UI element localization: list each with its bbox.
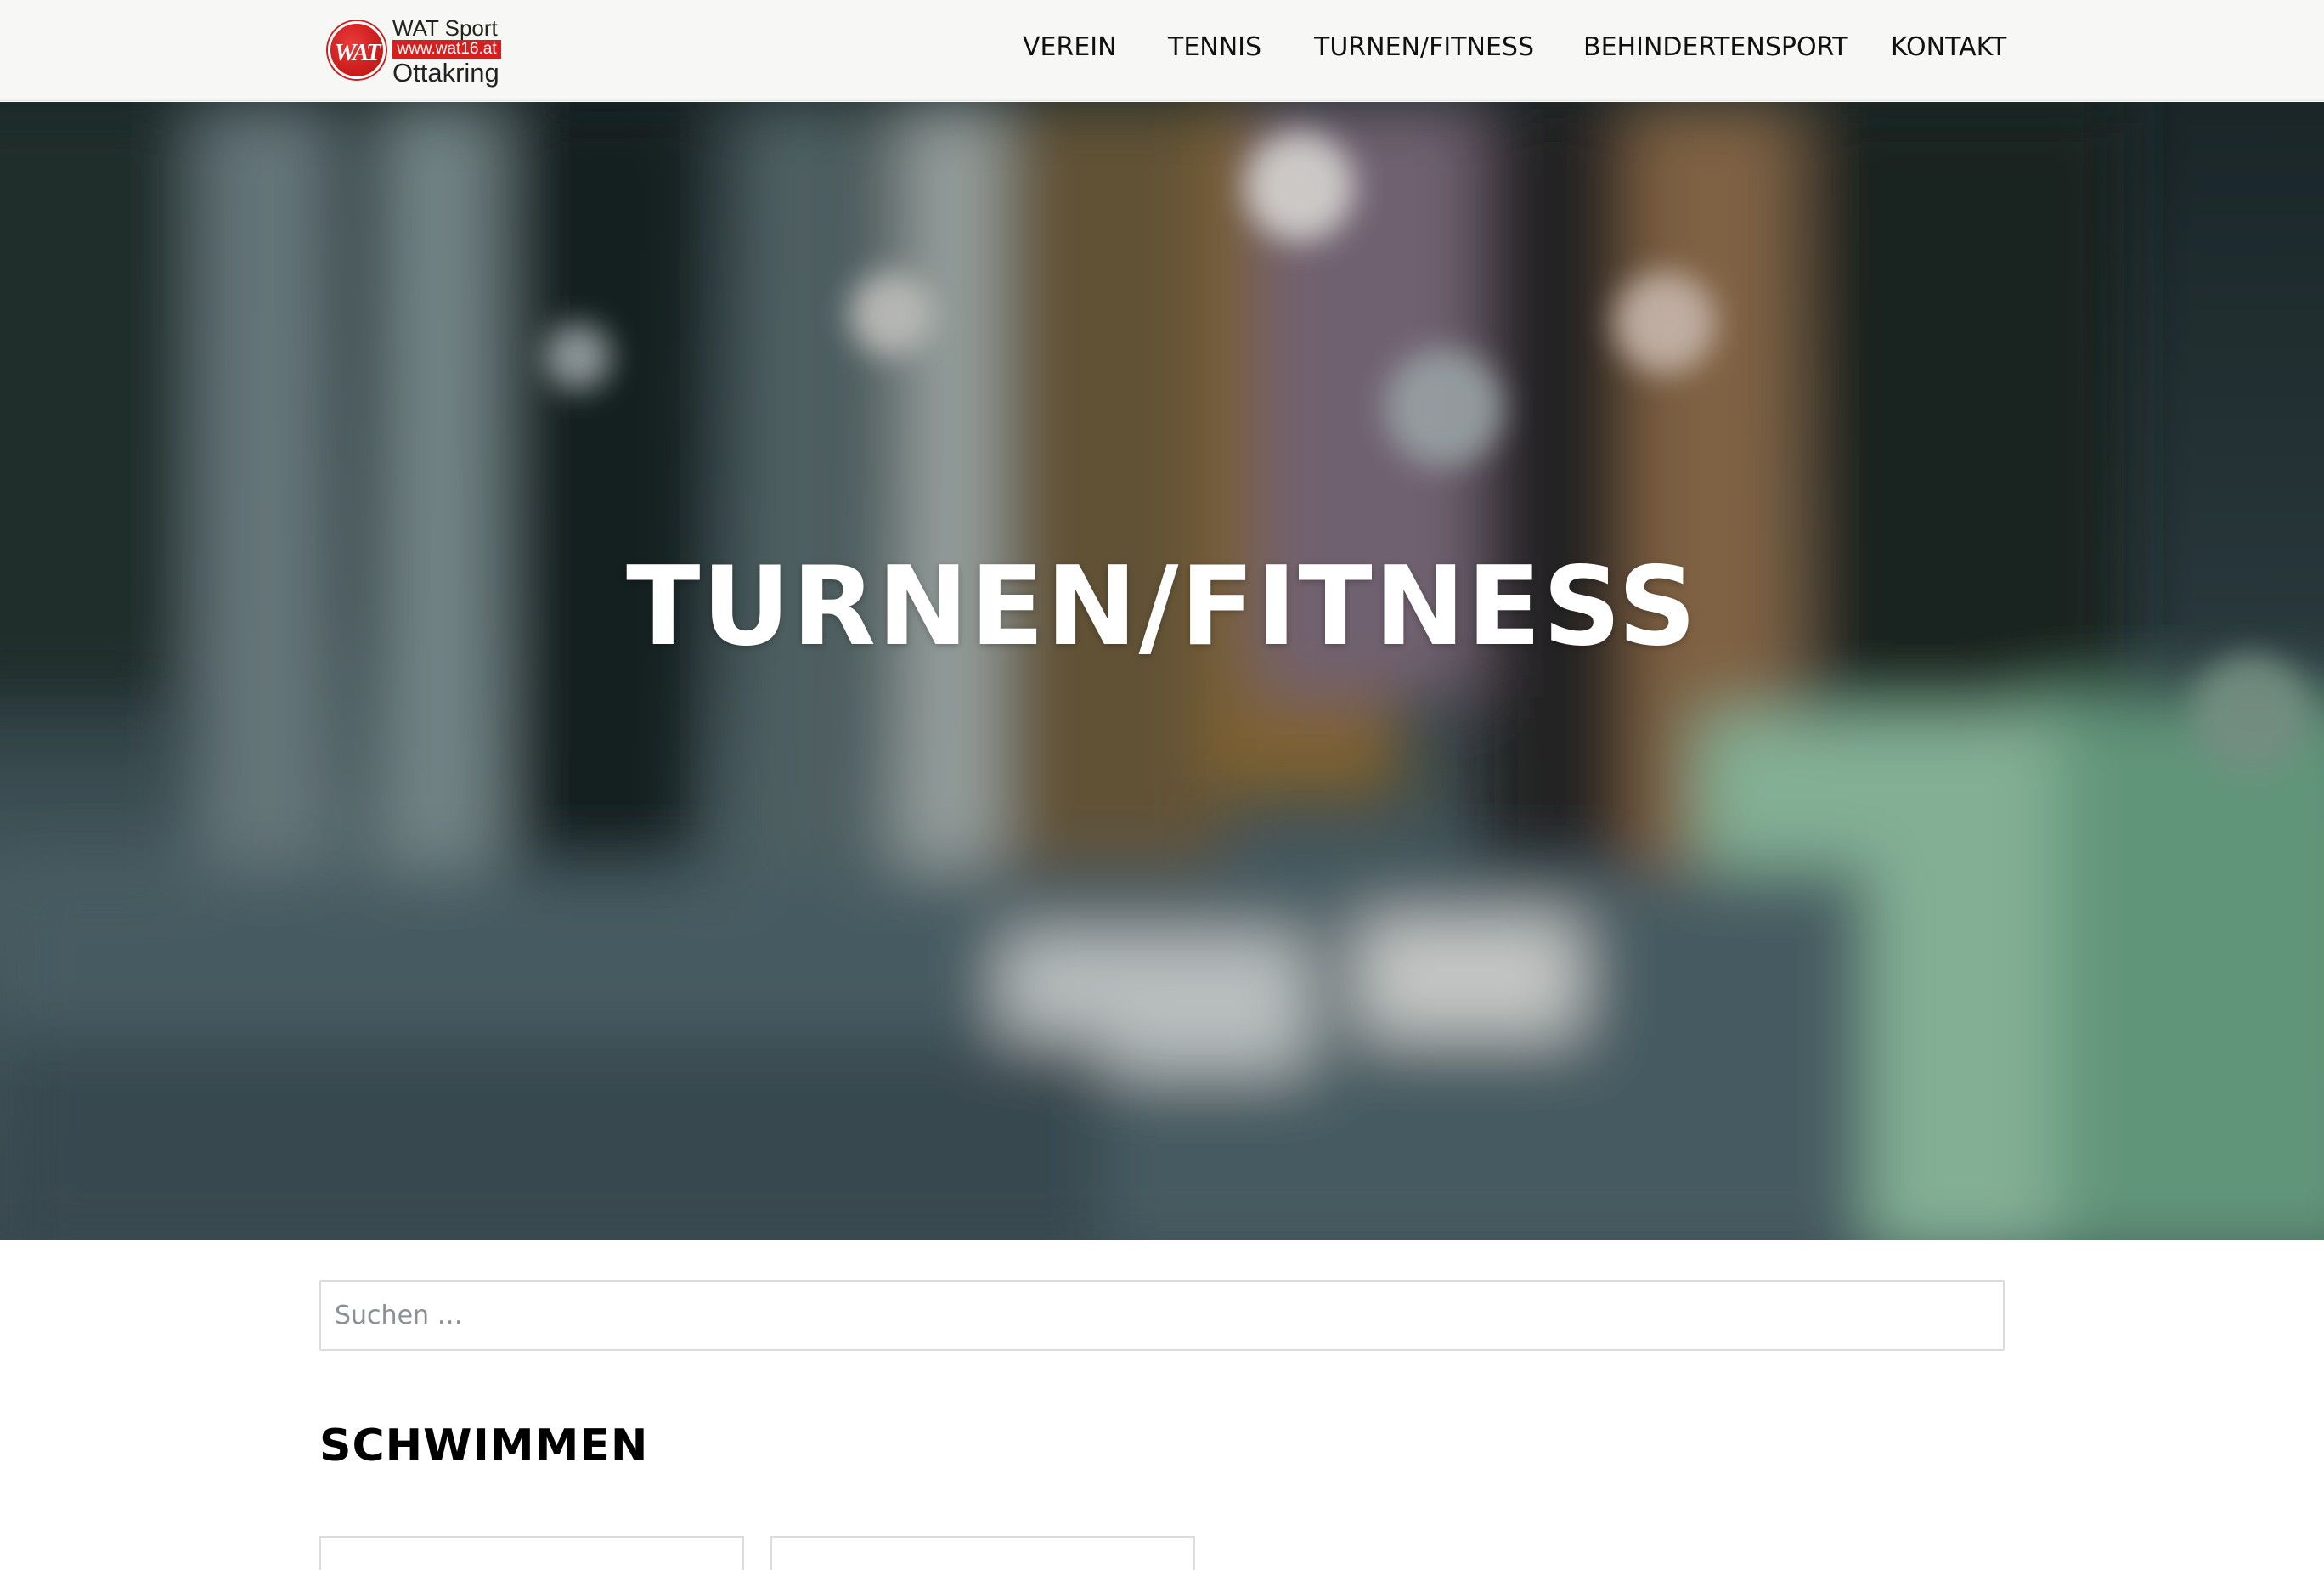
logo-mark-text: WAT bbox=[334, 39, 381, 66]
nav-item-tennis[interactable]: TENNIS bbox=[1168, 31, 1261, 65]
page-title: TURNEN/FITNESS bbox=[626, 544, 1698, 670]
hero-background-image bbox=[0, 102, 2324, 1240]
nav-item-turnen-fitness[interactable]: TURNEN/FITNESS bbox=[1314, 31, 1534, 65]
section-title-schwimmen: SCHWIMMEN bbox=[319, 1420, 649, 1471]
nav-item-kontakt[interactable]: KONTAKT bbox=[1891, 31, 2006, 65]
site-logo[interactable]: WAT WAT Sport www.wat16.at Ottakring bbox=[328, 15, 503, 88]
logo-url-text: www.wat16.at bbox=[392, 40, 501, 59]
nav-item-verein[interactable]: VEREIN bbox=[1023, 31, 1117, 65]
wat-logo-icon: WAT bbox=[328, 21, 386, 79]
logo-top-text: WAT Sport bbox=[392, 15, 498, 41]
search-input[interactable] bbox=[319, 1280, 2005, 1351]
hero-banner: TURNEN/FITNESS bbox=[0, 102, 2324, 1240]
content-card[interactable] bbox=[319, 1536, 744, 1570]
nav-item-behindertensport[interactable]: BEHINDERTENSPORT bbox=[1583, 31, 1848, 65]
main-navigation: VEREIN TENNIS TURNEN/FITNESS BEHINDERTEN… bbox=[1023, 31, 2006, 65]
site-header: WAT WAT Sport www.wat16.at Ottakring VER… bbox=[0, 0, 2324, 101]
logo-bottom-text: Ottakring bbox=[392, 58, 499, 88]
content-card[interactable] bbox=[770, 1536, 1195, 1570]
